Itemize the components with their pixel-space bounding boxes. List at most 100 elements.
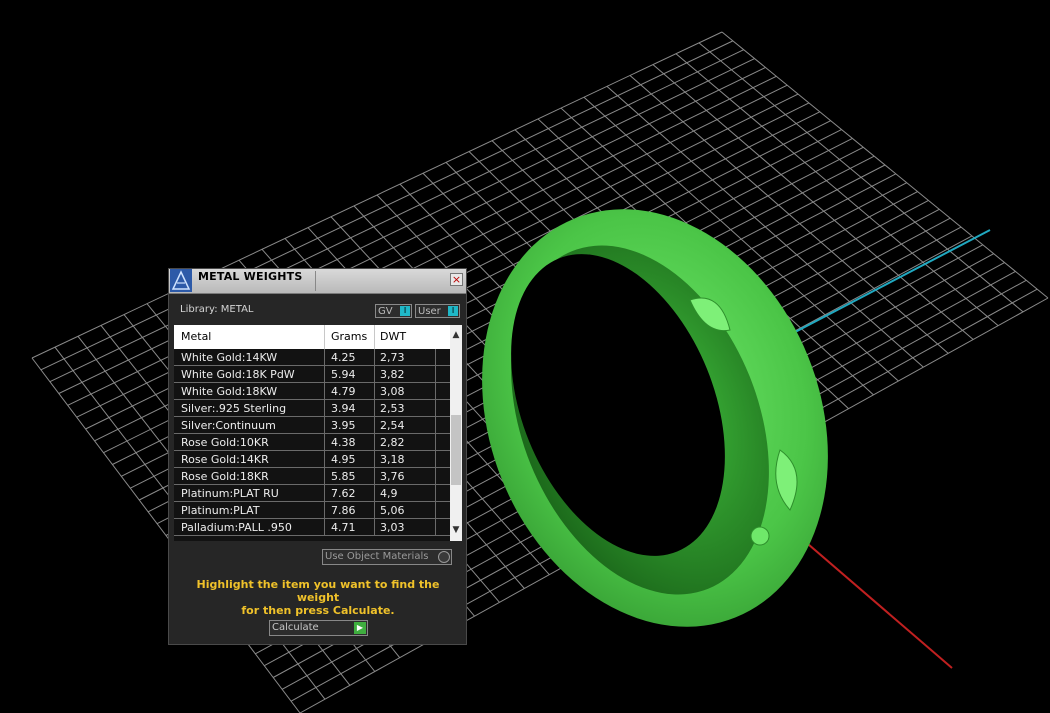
cell-divider — [374, 349, 375, 365]
table-row[interactable]: Rose Gold:14KR 4.95 3,18 — [174, 451, 450, 468]
use-object-materials-toggle[interactable]: Use Object Materials — [322, 549, 452, 565]
cell-grams: 3.94 — [331, 402, 356, 415]
scroll-down-icon[interactable]: ▼ — [450, 523, 462, 537]
scroll-thumb[interactable] — [451, 415, 461, 485]
use-object-materials-label: Use Object Materials — [325, 551, 429, 562]
column-header-grams[interactable]: Grams — [331, 330, 367, 343]
cell-divider — [374, 366, 375, 382]
dialog-titlebar[interactable]: METAL WEIGHTS × — [169, 269, 466, 294]
cell-divider — [435, 468, 436, 484]
gv-toggle[interactable]: GV I — [375, 304, 412, 318]
cell-metal: Silver:Continuum — [181, 419, 276, 432]
cell-dwt: 2,53 — [380, 402, 405, 415]
cell-grams: 7.62 — [331, 487, 356, 500]
table-row[interactable]: White Gold:18KW 4.79 3,08 — [174, 383, 450, 400]
cell-grams: 4.25 — [331, 351, 356, 364]
dialog-title: METAL WEIGHTS — [198, 270, 303, 283]
cell-metal: Palladium:PALL .950 — [181, 521, 292, 534]
toggle-knob-icon: I — [400, 306, 410, 316]
cell-grams: 4.38 — [331, 436, 356, 449]
cell-grams: 7.86 — [331, 504, 356, 517]
app-logo-icon — [170, 269, 192, 292]
metal-table: Metal Grams DWT White Gold:14KW 4.25 2,73 … — [174, 325, 462, 541]
cell-divider — [324, 349, 325, 365]
table-row[interactable]: Palladium:PALL .950 4.71 3,03 — [174, 519, 450, 536]
column-divider — [374, 325, 375, 349]
cell-metal: Platinum:PLAT RU — [181, 487, 279, 500]
cell-metal: Rose Gold:14KR — [181, 453, 269, 466]
cell-dwt: 3,82 — [380, 368, 405, 381]
column-header-metal[interactable]: Metal — [181, 330, 211, 343]
library-label: Library: METAL — [180, 304, 254, 315]
calculate-label: Calculate — [272, 622, 319, 633]
radio-circle-icon — [438, 551, 450, 563]
title-divider — [315, 271, 316, 291]
cell-divider — [435, 434, 436, 450]
user-toggle-label: User — [418, 306, 441, 317]
table-row[interactable]: Platinum:PLAT RU 7.62 4,9 — [174, 485, 450, 502]
cell-divider — [435, 451, 436, 467]
cell-dwt: 3,18 — [380, 453, 405, 466]
cell-divider — [435, 519, 436, 535]
cell-grams: 4.95 — [331, 453, 356, 466]
cell-divider — [374, 468, 375, 484]
cell-divider — [324, 519, 325, 535]
cell-divider — [324, 434, 325, 450]
cell-dwt: 3,08 — [380, 385, 405, 398]
cell-metal: Silver:.925 Sterling — [181, 402, 287, 415]
cell-divider — [324, 417, 325, 433]
cell-divider — [435, 383, 436, 399]
cell-divider — [324, 383, 325, 399]
cell-divider — [374, 451, 375, 467]
cell-divider — [374, 434, 375, 450]
scroll-up-icon[interactable]: ▲ — [450, 328, 462, 342]
column-header-dwt[interactable]: DWT — [380, 330, 406, 343]
cell-divider — [374, 485, 375, 501]
cell-metal: Platinum:PLAT — [181, 504, 260, 517]
cell-divider — [324, 485, 325, 501]
cell-divider — [435, 400, 436, 416]
table-row[interactable]: White Gold:18K PdW 5.94 3,82 — [174, 366, 450, 383]
cell-divider — [374, 417, 375, 433]
cell-divider — [435, 417, 436, 433]
cell-metal: Rose Gold:10KR — [181, 436, 269, 449]
toggle-knob-icon: I — [448, 306, 458, 316]
cell-divider — [324, 468, 325, 484]
cell-dwt: 2,82 — [380, 436, 405, 449]
cell-grams: 4.79 — [331, 385, 356, 398]
cell-divider — [435, 502, 436, 518]
user-toggle[interactable]: User I — [415, 304, 460, 318]
cell-metal: White Gold:18K PdW — [181, 368, 295, 381]
table-row[interactable]: Silver:Continuum 3.95 2,54 — [174, 417, 450, 434]
table-row[interactable]: White Gold:14KW 4.25 2,73 — [174, 349, 450, 366]
help-text: Highlight the item you want to find the … — [177, 578, 459, 617]
cell-dwt: 3,76 — [380, 470, 405, 483]
cell-divider — [324, 451, 325, 467]
table-row[interactable]: Platinum:PLAT 7.86 5,06 — [174, 502, 450, 519]
calculate-button[interactable]: Calculate ▶ — [269, 620, 368, 636]
help-text-line: for then press Calculate. — [241, 604, 395, 617]
cell-divider — [435, 349, 436, 365]
table-row[interactable]: Rose Gold:18KR 5.85 3,76 — [174, 468, 450, 485]
cell-grams: 4.71 — [331, 521, 356, 534]
cell-divider — [374, 400, 375, 416]
cell-divider — [324, 400, 325, 416]
cell-divider — [374, 502, 375, 518]
cell-divider — [324, 502, 325, 518]
close-button[interactable]: × — [450, 273, 463, 286]
table-row[interactable]: Rose Gold:10KR 4.38 2,82 — [174, 434, 450, 451]
cell-metal: Rose Gold:18KR — [181, 470, 269, 483]
cell-divider — [374, 519, 375, 535]
cell-grams: 3.95 — [331, 419, 356, 432]
cell-dwt: 5,06 — [380, 504, 405, 517]
cell-metal: White Gold:18KW — [181, 385, 278, 398]
table-row[interactable]: Silver:.925 Sterling 3.94 2,53 — [174, 400, 450, 417]
gv-toggle-label: GV — [378, 306, 393, 317]
cell-divider — [435, 366, 436, 382]
3d-viewport[interactable] — [0, 0, 1050, 713]
metal-weights-dialog: METAL WEIGHTS × Library: METAL GV I User… — [168, 268, 467, 645]
cell-metal: White Gold:14KW — [181, 351, 278, 364]
column-divider — [324, 325, 325, 349]
table-scrollbar[interactable]: ▲ ▼ — [450, 325, 462, 541]
cell-divider — [374, 383, 375, 399]
